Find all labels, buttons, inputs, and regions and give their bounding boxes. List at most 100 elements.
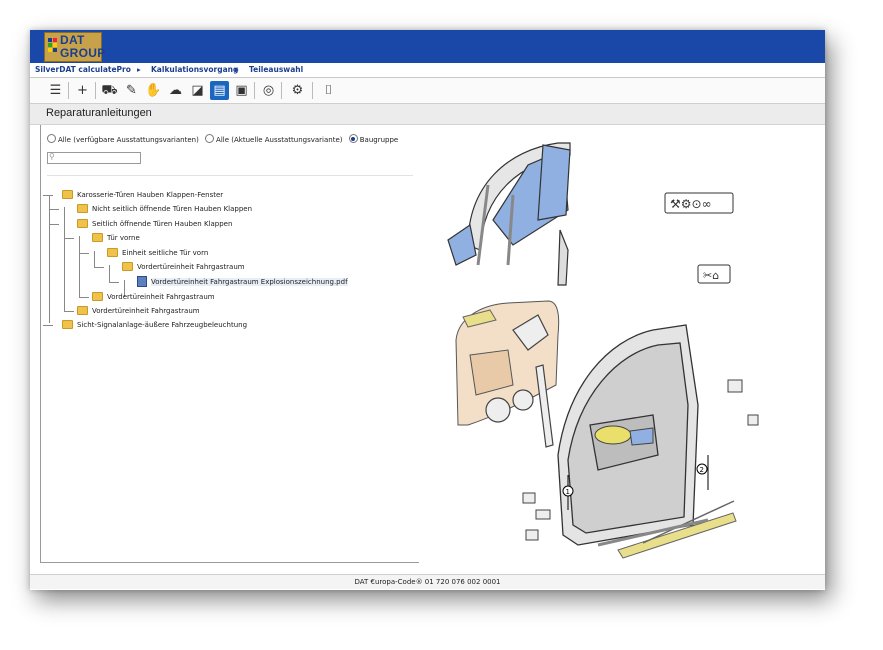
tree-connector bbox=[109, 265, 110, 282]
search-input[interactable]: ⚲ bbox=[47, 152, 141, 164]
toolbar-separator bbox=[68, 82, 69, 99]
tree-connector bbox=[49, 195, 50, 323]
tree-connector bbox=[43, 325, 53, 326]
hail-icon[interactable]: ☁ bbox=[166, 81, 185, 100]
toolbar-separator bbox=[95, 82, 96, 99]
filter-option-all-variants[interactable]: Alle (verfügbare Ausstattungsvarianten) bbox=[47, 134, 199, 144]
add-position-icon[interactable]: + bbox=[73, 81, 92, 100]
toolbar-separator bbox=[312, 82, 313, 99]
tree-connector bbox=[64, 311, 74, 312]
divider bbox=[47, 175, 413, 176]
breadcrumb-item-kalkulationsvorgang[interactable]: Kalkulationsvorgang bbox=[151, 65, 238, 74]
dat-group-logo[interactable]: DAT GROUP bbox=[44, 32, 105, 62]
tree-connector bbox=[43, 195, 53, 196]
svg-text:✂⌂: ✂⌂ bbox=[703, 269, 719, 282]
tree-connector bbox=[49, 224, 59, 225]
folder-icon bbox=[92, 232, 103, 242]
tree-node-label: Vordertüreinheit Fahrgastraum bbox=[137, 263, 245, 271]
tree-node-seitlich[interactable]: Seitlich öffnende Türen Hauben Klappen bbox=[77, 218, 232, 230]
exploded-view-drawing-panel: ⚒⚙⊙∞ ✂⌂ 1 2 bbox=[418, 125, 765, 562]
filter-radio-group: Alle (verfügbare Ausstattungsvarianten) … bbox=[47, 134, 399, 144]
camera-icon[interactable]: ⌷ bbox=[319, 81, 338, 100]
tree-node-label: Seitlich öffnende Türen Hauben Klappen bbox=[92, 220, 233, 228]
tree-node-explosionszeichnung-pdf[interactable]: Vordertüreinheit Fahrgastraum Explosions… bbox=[137, 275, 348, 288]
tree-node-einheit-tuer-vorn[interactable]: Einheit seitliche Tür vorn bbox=[107, 247, 208, 259]
tree-node-label: Nicht seitlich öffnende Türen Hauben Kla… bbox=[92, 205, 253, 213]
tree-node-nicht-seitlich[interactable]: Nicht seitlich öffnende Türen Hauben Kla… bbox=[77, 203, 252, 215]
tree-node-label: Vordertüreinheit Fahrgastraum bbox=[107, 293, 215, 301]
tree-connector bbox=[64, 238, 74, 239]
logo-line2: GROUP bbox=[60, 45, 106, 60]
radio-all-variants[interactable] bbox=[47, 134, 56, 143]
glass-icon[interactable]: ◪ bbox=[188, 81, 207, 100]
tree-connector bbox=[94, 267, 104, 268]
folder-icon bbox=[77, 218, 88, 228]
folder-icon bbox=[77, 203, 88, 213]
radio-baugruppe[interactable] bbox=[348, 134, 358, 143]
svg-text:⚒⚙⊙∞: ⚒⚙⊙∞ bbox=[670, 197, 712, 211]
tree-node-label: Sicht-Signalanlage-äußere Fahrzeugbeleuc… bbox=[77, 321, 248, 329]
tree-node-label: Tür vorne bbox=[107, 234, 140, 242]
tree-node-karosserie[interactable]: Karosserie-Türen Hauben Klappen-Fenster bbox=[62, 189, 223, 201]
filter-option-baugruppe[interactable]: Baugruppe bbox=[348, 134, 399, 144]
window-glass-group bbox=[447, 142, 571, 286]
filter-label: Alle (verfügbare Ausstattungsvarianten) bbox=[58, 135, 199, 144]
tree-connector bbox=[79, 297, 89, 298]
paint-icon[interactable]: ✎ bbox=[122, 81, 141, 100]
breadcrumb-item-calculatepro[interactable]: SilverDAT calculatePro bbox=[35, 65, 131, 74]
callout-1-label: 1 bbox=[566, 488, 570, 496]
menu-icon[interactable]: ☰ bbox=[46, 81, 65, 100]
page-title-bar: Reparaturanleitungen bbox=[30, 104, 825, 125]
camera-video-icon[interactable]: ▣ bbox=[232, 81, 251, 100]
side-mirror bbox=[594, 425, 654, 446]
repair-instructions-tree-panel: Alle (verfügbare Ausstattungsvarianten) … bbox=[40, 125, 419, 563]
page-title: Reparaturanleitungen bbox=[46, 107, 152, 119]
tree-connector bbox=[79, 253, 89, 254]
breadcrumb-separator: ▸ bbox=[137, 65, 141, 74]
tree-node-vordertuereinheit[interactable]: Vordertüreinheit Fahrgastraum bbox=[92, 291, 215, 303]
radio-current-variant[interactable] bbox=[205, 134, 215, 143]
toolbar: ☰ + ⛟ ✎ ✋ ☁ ◪ ▤ ▣ ◎ ⚙ ⌷ bbox=[30, 78, 825, 104]
tree-node-label: Vordertüreinheit Fahrgastraum bbox=[92, 307, 200, 315]
folder-icon bbox=[77, 305, 88, 315]
filter-option-current-variant[interactable]: Alle (Aktuelle Ausstattungsvariante) bbox=[205, 134, 343, 144]
folder-icon bbox=[107, 247, 118, 257]
header-bar: DAT GROUP bbox=[30, 30, 825, 63]
repair-manual-icon[interactable]: ▤ bbox=[210, 81, 229, 100]
toolbar-separator bbox=[254, 82, 255, 99]
tree-node-label: Vordertüreinheit Fahrgastraum Explosions… bbox=[151, 278, 348, 286]
tree-node-tuer-vorne[interactable]: Tür vorne bbox=[92, 232, 140, 244]
settings-icon[interactable]: ⚙ bbox=[288, 81, 307, 100]
toolbar-separator bbox=[281, 82, 282, 99]
app-window: DAT GROUP SilverDAT calculatePro ▸ Kalku… bbox=[30, 30, 825, 590]
tree-connector bbox=[109, 282, 119, 283]
breadcrumb-item-teileauswahl[interactable]: Teileauswahl bbox=[249, 65, 303, 74]
search-icon: ⚲ bbox=[49, 152, 55, 161]
tree-connector bbox=[79, 236, 80, 297]
tire-icon[interactable]: ◎ bbox=[259, 81, 278, 100]
folder-icon bbox=[62, 319, 73, 329]
tree-node-label: Karosserie-Türen Hauben Klappen-Fenster bbox=[77, 191, 224, 199]
logo-text: DAT GROUP bbox=[60, 34, 106, 59]
callout-2-label: 2 bbox=[700, 466, 704, 474]
logo-mark-icon bbox=[48, 38, 57, 56]
tree-connector bbox=[94, 251, 95, 268]
folder-icon bbox=[122, 261, 133, 271]
breadcrumb-separator: ▸ bbox=[235, 65, 239, 74]
tree-connector bbox=[64, 207, 65, 311]
europa-code-status: DAT €uropa-Code® 01 720 076 002 0001 bbox=[354, 578, 501, 586]
vehicle-icon[interactable]: ⛟ bbox=[100, 81, 119, 100]
callout-marker-2: 2 bbox=[696, 455, 709, 490]
tree-node-vordertuereinheit[interactable]: Vordertüreinheit Fahrgastraum bbox=[122, 261, 245, 273]
pdf-file-icon bbox=[137, 275, 147, 287]
filter-label: Baugruppe bbox=[359, 135, 399, 144]
tree-node-vordertuereinheit[interactable]: Vordertüreinheit Fahrgastraum bbox=[77, 305, 200, 317]
tree-node-label: Einheit seitliche Tür vorn bbox=[122, 249, 209, 257]
hand-icon[interactable]: ✋ bbox=[144, 81, 163, 100]
folder-icon bbox=[92, 291, 103, 301]
folder-icon bbox=[62, 189, 73, 199]
tree-node-signalanlage[interactable]: Sicht-Signalanlage-äußere Fahrzeugbeleuc… bbox=[62, 319, 247, 331]
breadcrumb: SilverDAT calculatePro ▸ Kalkulationsvor… bbox=[30, 63, 825, 78]
tree-connector bbox=[49, 209, 59, 210]
door-exploded-drawing: ⚒⚙⊙∞ ✂⌂ 1 2 bbox=[447, 142, 759, 559]
